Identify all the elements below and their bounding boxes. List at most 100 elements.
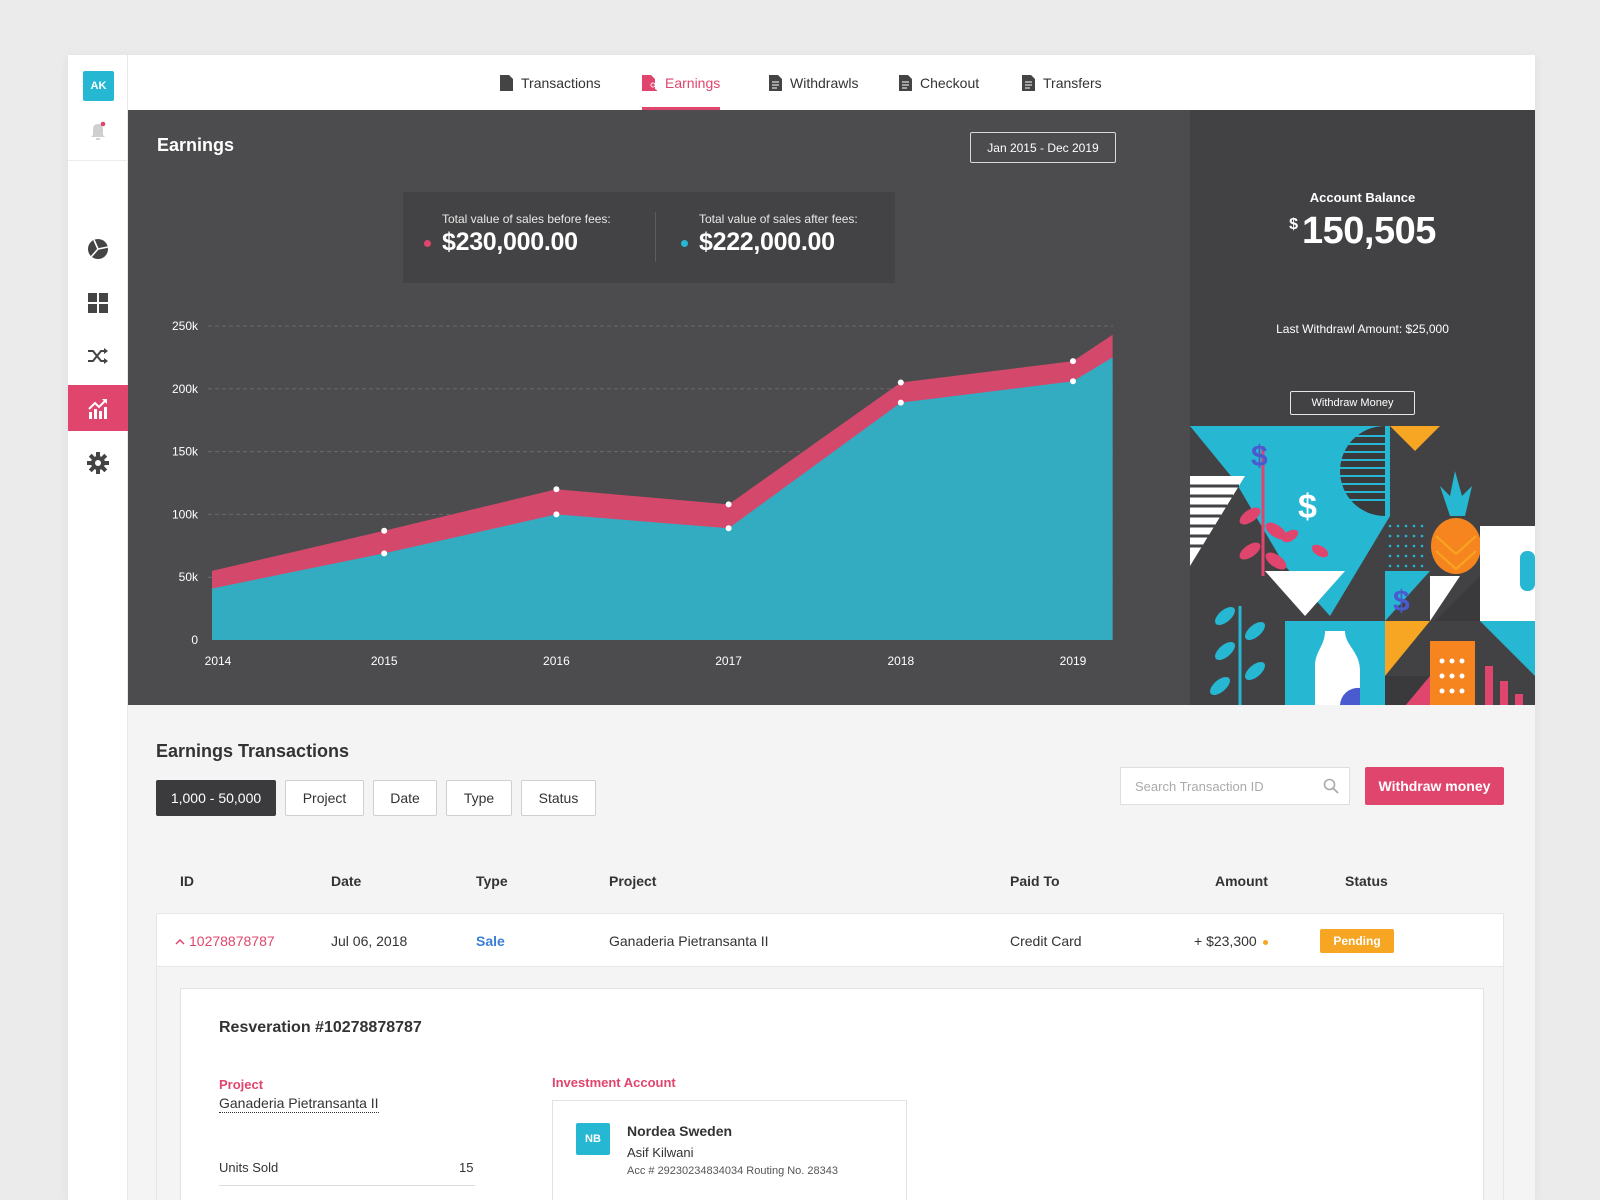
bank-logo: NB bbox=[576, 1123, 610, 1155]
sidebar-item-overview[interactable] bbox=[68, 226, 128, 272]
y-tick-label: 100k bbox=[172, 507, 199, 521]
column-header-project[interactable]: Project bbox=[609, 873, 656, 889]
currency-symbol: $ bbox=[1289, 216, 1299, 233]
svg-text:$: $ bbox=[1393, 585, 1410, 618]
filter-project[interactable]: Project bbox=[285, 780, 364, 816]
project-label: Project bbox=[219, 1077, 264, 1092]
search-icon[interactable] bbox=[1323, 778, 1339, 794]
teal-dot bbox=[681, 240, 688, 247]
search-box bbox=[1120, 767, 1350, 805]
before-fees-stat: Total value of sales before fees: $230,0… bbox=[424, 212, 611, 257]
chevron-up-icon[interactable] bbox=[175, 938, 185, 946]
filter-type[interactable]: Type bbox=[446, 780, 512, 816]
document-icon bbox=[899, 74, 912, 91]
column-header-amount[interactable]: Amount bbox=[1215, 873, 1268, 889]
data-point bbox=[553, 486, 560, 493]
tab-transactions[interactable]: Transactions bbox=[500, 55, 601, 110]
shuffle-icon bbox=[88, 348, 108, 364]
row-project: Ganaderia Pietransanta II bbox=[609, 933, 769, 949]
filter-amount[interactable]: 1,000 - 50,000 bbox=[156, 780, 276, 816]
tab-label: Checkout bbox=[920, 74, 980, 91]
sidebar-item-earnings[interactable] bbox=[68, 385, 128, 431]
pie-chart-icon bbox=[88, 239, 109, 259]
app-window: AK Transactions Earnings Withdrawls Chec… bbox=[68, 55, 1535, 1200]
data-point bbox=[1070, 378, 1076, 385]
balance-value: 150,505 bbox=[1302, 210, 1436, 252]
x-tick-label: 2017 bbox=[715, 654, 742, 668]
avatar[interactable]: AK bbox=[83, 71, 114, 101]
sidebar-item-dashboard[interactable] bbox=[68, 280, 128, 326]
table-row[interactable]: 10278878787 Jul 06, 2018 Sale Ganaderia … bbox=[156, 913, 1504, 967]
x-tick-label: 2015 bbox=[371, 654, 398, 668]
after-fees-label: Total value of sales after fees: bbox=[699, 212, 858, 226]
status-badge: Pending bbox=[1320, 929, 1394, 953]
svg-text:$: $ bbox=[1298, 488, 1317, 526]
tab-label: Transactions bbox=[521, 74, 601, 91]
data-point bbox=[1070, 358, 1076, 365]
data-point bbox=[381, 550, 388, 557]
after-fees-stat: Total value of sales after fees: $222,00… bbox=[681, 212, 858, 257]
y-tick-label: 250k bbox=[172, 319, 199, 333]
row-date: Jul 06, 2018 bbox=[331, 933, 408, 949]
earnings-title: Earnings bbox=[157, 135, 235, 155]
sidebar-item-transfers[interactable] bbox=[68, 333, 128, 379]
data-point bbox=[725, 525, 732, 532]
sidebar: AK bbox=[68, 55, 128, 1200]
x-tick-label: 2014 bbox=[205, 654, 232, 668]
sidebar-item-settings[interactable] bbox=[68, 440, 128, 486]
withdraw-money-button[interactable]: Withdraw Money bbox=[1290, 391, 1415, 415]
filter-status[interactable]: Status bbox=[521, 780, 596, 816]
document-icon bbox=[769, 74, 782, 91]
top-navigation: Transactions Earnings Withdrawls Checkou… bbox=[128, 55, 1535, 110]
x-tick-label: 2019 bbox=[1060, 654, 1087, 668]
tab-earnings[interactable]: Earnings bbox=[642, 55, 721, 110]
data-point bbox=[725, 501, 732, 508]
row-paid-to: Credit Card bbox=[1010, 933, 1082, 949]
withdraw-money-primary-button[interactable]: Withdraw money bbox=[1365, 767, 1504, 805]
tab-withdrawls[interactable]: Withdrawls bbox=[769, 55, 858, 110]
row-amount: + $23,300 bbox=[1194, 933, 1268, 949]
y-tick-label: 50k bbox=[179, 570, 199, 584]
x-tick-label: 2018 bbox=[887, 654, 914, 668]
data-point bbox=[897, 379, 904, 386]
transactions-title: Earnings Transactions bbox=[156, 741, 350, 761]
filter-date[interactable]: Date bbox=[373, 780, 437, 816]
search-input[interactable] bbox=[1121, 768, 1311, 804]
data-point bbox=[897, 399, 904, 406]
balance-amount: $150,505 bbox=[1190, 210, 1535, 253]
column-header-paid-to[interactable]: Paid To bbox=[1010, 873, 1060, 889]
account-holder: Asif Kilwani bbox=[627, 1145, 694, 1160]
balance-title: Account Balance bbox=[1309, 190, 1416, 205]
notification-bell-icon[interactable] bbox=[88, 121, 108, 143]
after-fees-value: $222,000.00 bbox=[699, 228, 835, 256]
column-header-type[interactable]: Type bbox=[476, 873, 508, 889]
row-id[interactable]: 10278878787 bbox=[175, 933, 275, 949]
y-tick-label: 200k bbox=[172, 382, 199, 396]
column-header-status[interactable]: Status bbox=[1345, 873, 1388, 889]
units-sold-label: Units Sold bbox=[219, 1160, 279, 1175]
data-point bbox=[381, 527, 388, 534]
project-link[interactable]: Ganaderia Pietransanta II bbox=[219, 1095, 379, 1113]
column-header-date[interactable]: Date bbox=[331, 873, 361, 889]
document-icon bbox=[1022, 74, 1035, 91]
document-person-icon bbox=[642, 74, 657, 91]
row-amount-value: + $23,300 bbox=[1194, 933, 1257, 949]
column-header-id[interactable]: ID bbox=[180, 873, 194, 889]
gear-icon bbox=[87, 452, 109, 474]
bank-account-card[interactable]: NB Nordea Sweden Asif Kilwani Acc # 2923… bbox=[552, 1100, 907, 1200]
chart-icon bbox=[88, 399, 107, 419]
y-tick-label: 0 bbox=[191, 633, 198, 647]
amount-status-dot bbox=[1262, 939, 1268, 945]
document-icon bbox=[500, 74, 513, 91]
bank-name: Nordea Sweden bbox=[627, 1123, 733, 1139]
tab-transfers[interactable]: Transfers bbox=[1022, 55, 1102, 110]
row-type: Sale bbox=[476, 933, 505, 949]
tab-label: Transfers bbox=[1043, 74, 1102, 91]
decorative-illustration: $ $ $ bbox=[1190, 426, 1535, 705]
reservation-detail-card: Resveration #10278878787 Project Ganader… bbox=[180, 988, 1484, 1200]
tab-checkout[interactable]: Checkout bbox=[899, 55, 979, 110]
tab-label: Earnings bbox=[665, 74, 721, 91]
units-divider bbox=[219, 1185, 475, 1186]
date-range-button[interactable]: Jan 2015 - Dec 2019 bbox=[970, 132, 1116, 163]
earnings-panel: 0 50k 100k 150k 200k 250k 2014 2015 2016 2017 2018… bbox=[128, 110, 1190, 705]
